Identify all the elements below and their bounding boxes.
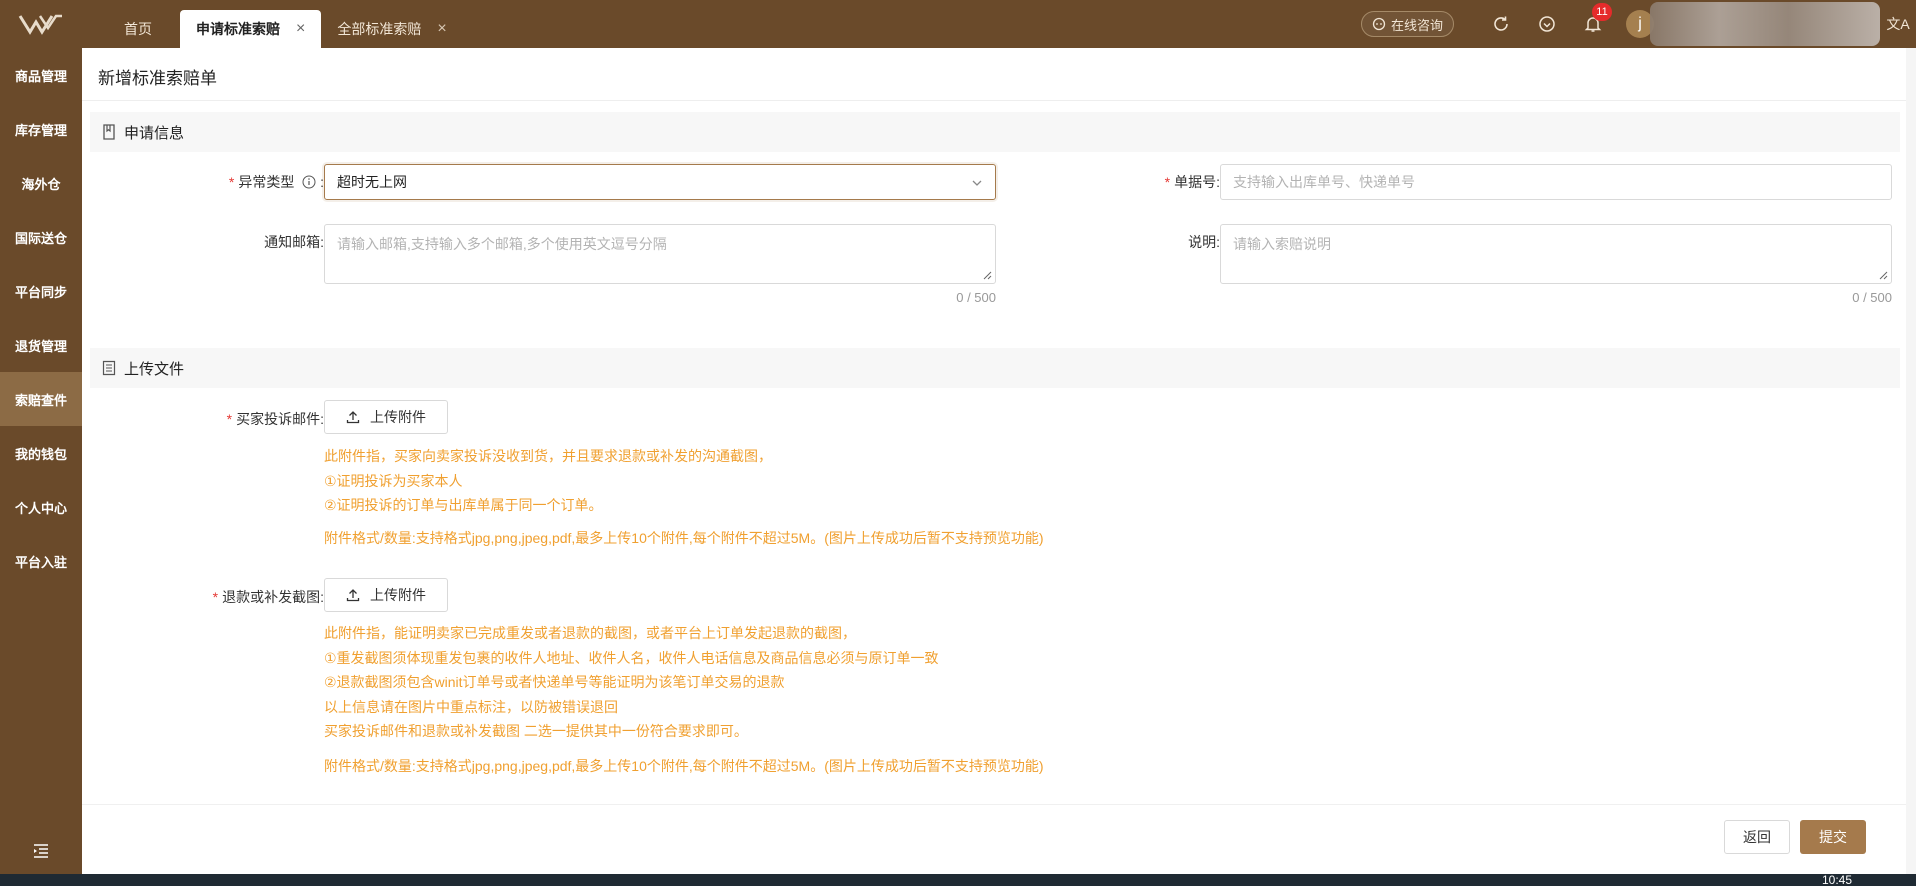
upload-icon bbox=[346, 589, 360, 602]
resize-handle-icon[interactable] bbox=[982, 270, 992, 280]
taskbar-clock: 10:45 bbox=[1821, 874, 1852, 886]
divider bbox=[82, 804, 1916, 805]
os-taskbar: 10:45 bbox=[0, 874, 1916, 886]
sidebar-item-overseas-warehouse[interactable]: 海外仓 bbox=[0, 156, 82, 210]
tab-label: 全部标准索赔 bbox=[337, 21, 422, 37]
sidebar-item-platform-join[interactable]: 平台入驻 bbox=[0, 534, 82, 588]
back-button[interactable]: 返回 bbox=[1724, 820, 1790, 854]
complaint-hint: 此附件指，买家向卖家投诉没收到货，并且要求退款或补发的沟通截图， ①证明投诉为买… bbox=[324, 448, 772, 513]
exception-type-label: * 异常类型 : bbox=[228, 174, 324, 190]
sidebar-collapse-icon[interactable] bbox=[0, 844, 82, 858]
tab-all-claims[interactable]: 全部标准索赔 × bbox=[321, 10, 462, 48]
close-icon[interactable]: × bbox=[437, 20, 446, 38]
tab-home[interactable]: 首页 bbox=[96, 10, 180, 48]
format-hint: 附件格式/数量:支持格式jpg,png,jpeg,pdf,最多上传10个附件,每… bbox=[324, 758, 1044, 774]
section-upload-files: 上传文件 bbox=[90, 348, 1900, 388]
section-title: 申请信息 bbox=[124, 124, 185, 142]
info-icon[interactable] bbox=[302, 175, 316, 189]
upload-complaint-button[interactable]: 上传附件 bbox=[324, 400, 448, 434]
email-textarea[interactable] bbox=[324, 224, 996, 284]
submit-button[interactable]: 提交 bbox=[1800, 820, 1866, 854]
sidebar-item-profile[interactable]: 个人中心 bbox=[0, 480, 82, 534]
complaint-email-label: * 买家投诉邮件: bbox=[226, 411, 324, 427]
user-info-redacted[interactable] bbox=[1650, 2, 1880, 46]
tab-bar: 首页 申请标准索赔 × 全部标准索赔 × bbox=[96, 10, 463, 48]
bookmark-icon bbox=[103, 124, 115, 140]
header-actions: 在线咨询 11 j 文A bbox=[1360, 0, 1916, 48]
sidebar-item-claims[interactable]: 索赔查件 bbox=[0, 372, 82, 426]
desc-label: 说明: bbox=[1188, 234, 1220, 250]
selected-value: 超时无上网 bbox=[337, 174, 407, 190]
chevron-down-icon bbox=[972, 180, 982, 186]
main-content: 新增标准索赔单 申请信息 *异常类型 : 超时无上网 *单据号: 通知邮箱: 0… bbox=[82, 48, 1916, 874]
sidebar-item-platform-sync[interactable]: 平台同步 bbox=[0, 264, 82, 318]
tab-apply-claim[interactable]: 申请标准索赔 × bbox=[180, 10, 322, 48]
logo[interactable] bbox=[0, 0, 82, 48]
section-title: 上传文件 bbox=[124, 360, 185, 378]
desc-textarea[interactable] bbox=[1220, 224, 1892, 284]
order-no-label: * 单据号: bbox=[1164, 174, 1220, 190]
refresh-icon[interactable] bbox=[1490, 13, 1512, 35]
favorite-icon[interactable] bbox=[1536, 13, 1558, 35]
section-apply-info: 申请信息 bbox=[90, 112, 1900, 152]
refund-screenshot-label: * 退款或补发截图: bbox=[212, 589, 324, 605]
divider bbox=[82, 100, 1916, 101]
sidebar-item-wallet[interactable]: 我的钱包 bbox=[0, 426, 82, 480]
close-icon[interactable]: × bbox=[296, 20, 305, 38]
language-switch[interactable]: 文A bbox=[1880, 14, 1916, 34]
sidebar: 商品管理 库存管理 海外仓 国际送仓 平台同步 退货管理 索赔查件 我的钱包 个… bbox=[0, 48, 82, 874]
upload-label: 上传附件 bbox=[370, 409, 426, 425]
refund-hint: 此附件指，能证明卖家已完成重发或者退款的截图，或者平台上订单发起退款的截图， ①… bbox=[324, 625, 939, 739]
upload-refund-button[interactable]: 上传附件 bbox=[324, 578, 448, 612]
upload-label: 上传附件 bbox=[370, 587, 426, 603]
tab-label: 申请标准索赔 bbox=[196, 21, 280, 37]
scrollbar[interactable] bbox=[1906, 48, 1916, 874]
sidebar-item-returns[interactable]: 退货管理 bbox=[0, 318, 82, 372]
sidebar-item-products[interactable]: 商品管理 bbox=[0, 48, 82, 102]
upload-icon bbox=[346, 411, 360, 424]
exception-type-select[interactable]: 超时无上网 bbox=[324, 164, 996, 200]
email-label: 通知邮箱: bbox=[264, 234, 324, 250]
sidebar-item-international[interactable]: 国际送仓 bbox=[0, 210, 82, 264]
document-list-icon bbox=[102, 360, 116, 376]
page-title: 新增标准索赔单 bbox=[98, 69, 217, 88]
notification-badge: 11 bbox=[1592, 3, 1612, 21]
format-hint: 附件格式/数量:支持格式jpg,png,jpeg,pdf,最多上传10个附件,每… bbox=[324, 530, 1044, 546]
winit-logo-icon bbox=[18, 14, 62, 35]
consult-label: 在线咨询 bbox=[1390, 17, 1443, 33]
desc-counter: 0 / 500 bbox=[1852, 290, 1892, 305]
order-no-input[interactable] bbox=[1220, 164, 1892, 200]
tab-label: 首页 bbox=[124, 21, 152, 37]
notification-bell-icon[interactable]: 11 bbox=[1582, 3, 1612, 35]
sidebar-item-inventory[interactable]: 库存管理 bbox=[0, 102, 82, 156]
chat-icon bbox=[1372, 17, 1386, 31]
online-consult-button[interactable]: 在线咨询 bbox=[1360, 11, 1454, 37]
email-counter: 0 / 500 bbox=[956, 290, 996, 305]
top-bar: 首页 申请标准索赔 × 全部标准索赔 × 在线咨询 11 j 文A bbox=[0, 0, 1916, 48]
resize-handle-icon[interactable] bbox=[1878, 270, 1888, 280]
